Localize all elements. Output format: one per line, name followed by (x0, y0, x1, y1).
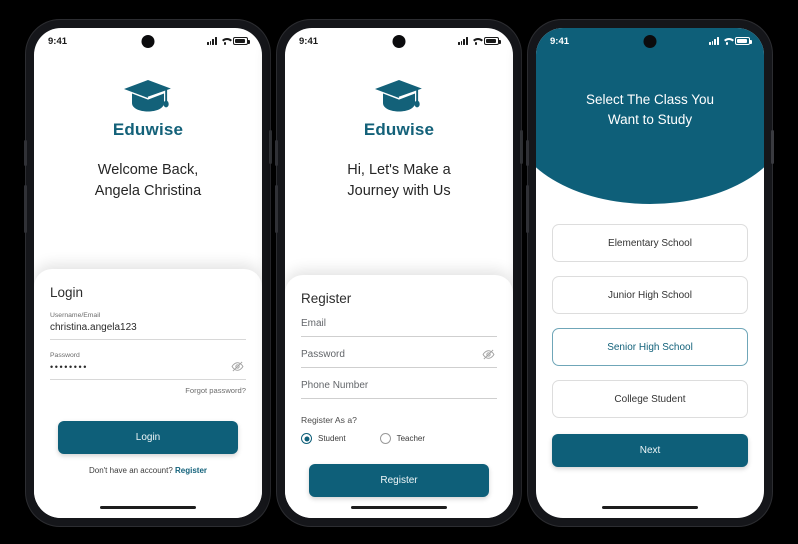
role-radio-student[interactable]: Student (301, 433, 346, 444)
power-button[interactable] (520, 130, 523, 164)
screenshot-stage: 9:41 Eduwise Welcome Back, Angela Christ… (0, 0, 798, 544)
username-field[interactable]: Username/Email christina.angela123 (50, 312, 246, 340)
login-headline-line1: Welcome Back, (97, 162, 199, 178)
volume-down-button[interactable] (24, 185, 27, 233)
register-prompt: Don't have an account? Register (50, 466, 246, 475)
screen-class-select: 9:41 Select The Class You Want to Study … (536, 28, 764, 518)
volume-up-button[interactable] (24, 140, 27, 166)
register-headline-line2: Journey with Us (347, 182, 451, 199)
next-button-wrap: Next (552, 434, 748, 467)
camera-punch-hole (643, 35, 657, 48)
register-button-wrap: Register (301, 464, 497, 497)
brand-name: Eduwise (363, 120, 435, 139)
status-icons (457, 37, 501, 45)
screen-login: 9:41 Eduwise Welcome Back, Angela Christ… (34, 28, 262, 518)
login-button-wrap: Login (50, 421, 246, 454)
login-headline: Welcome Back, Angela Christina (34, 160, 262, 201)
register-button[interactable]: Register (309, 464, 489, 497)
volume-up-button[interactable] (526, 140, 529, 166)
eye-off-icon[interactable] (482, 348, 495, 361)
signal-icon (708, 37, 719, 45)
hero-title: Select The Class You Want to Study (536, 90, 764, 129)
signal-icon (206, 37, 217, 45)
register-prompt-text: Don't have an account? (88, 466, 173, 475)
camera-punch-hole (141, 35, 155, 48)
volume-up-button[interactable] (275, 140, 278, 166)
battery-icon (484, 37, 501, 45)
role-label-teacher: Teacher (396, 434, 426, 443)
role-label-student: Student (318, 434, 346, 443)
class-option-junior-high-school[interactable]: Junior High School (552, 276, 748, 314)
status-icons (708, 37, 752, 45)
password-label: Password (50, 352, 80, 359)
phone-mockup-class-select: 9:41 Select The Class You Want to Study … (526, 20, 774, 526)
email-input[interactable]: Email (301, 318, 497, 337)
graduation-cap-icon (124, 80, 173, 112)
password-input[interactable]: Password (301, 349, 497, 368)
volume-down-button[interactable] (275, 185, 278, 233)
status-bar: 9:41 (34, 28, 262, 54)
register-card-title: Register (301, 291, 352, 306)
home-indicator[interactable] (351, 505, 447, 509)
phone-mockup-register: 9:41 Eduwise Hi, Let's Make a Journey wi… (275, 20, 523, 526)
role-question: Register As a? (301, 415, 357, 425)
volume-down-button[interactable] (526, 185, 529, 233)
screen-register: 9:41 Eduwise Hi, Let's Make a Journey wi… (285, 28, 513, 518)
phone-mockup-login: 9:41 Eduwise Welcome Back, Angela Christ… (24, 20, 272, 526)
login-card: Login Username/Email christina.angela123… (34, 269, 262, 518)
hero-title-line2: Want to Study (607, 111, 693, 127)
power-button[interactable] (771, 130, 774, 164)
power-button[interactable] (269, 130, 272, 164)
graduation-cap-icon (375, 80, 424, 112)
class-option-elementary-school[interactable]: Elementary School (552, 224, 748, 262)
brand-block: Eduwise (34, 54, 262, 140)
register-headline-line1: Hi, Let's Make a (347, 162, 451, 178)
email-field[interactable]: Email (301, 318, 497, 337)
class-option-senior-high-school[interactable]: Senior High School (552, 328, 748, 366)
password-input[interactable]: •••••••• (50, 362, 246, 380)
register-card: Register Email Password Phone Number Reg… (285, 275, 513, 518)
class-options-list: Elementary School Junior High School Sen… (552, 224, 748, 432)
status-bar: 9:41 (536, 28, 764, 54)
status-time: 9:41 (299, 35, 319, 47)
role-radio-group: Student Teacher (301, 433, 497, 444)
radio-dot-icon[interactable] (379, 433, 391, 444)
login-card-title: Login (50, 285, 84, 300)
class-option-college-student[interactable]: College Student (552, 380, 748, 418)
radio-dot-selected-icon[interactable] (301, 433, 312, 444)
register-link[interactable]: Register (175, 466, 207, 475)
wifi-icon (220, 37, 230, 45)
password-field[interactable]: Password •••••••• (50, 352, 246, 380)
status-time: 9:41 (48, 35, 68, 47)
home-indicator[interactable] (100, 505, 196, 509)
signal-icon (457, 37, 468, 45)
battery-icon (233, 37, 250, 45)
login-button[interactable]: Login (58, 421, 238, 454)
login-headline-line2: Angela Christina (94, 182, 202, 199)
camera-punch-hole (392, 35, 406, 48)
username-input[interactable]: christina.angela123 (50, 322, 246, 340)
hero-title-line1: Select The Class You (585, 92, 715, 107)
username-label: Username/Email (50, 312, 101, 319)
forgot-password-link[interactable]: Forgot password? (50, 386, 246, 395)
brand-name: Eduwise (112, 120, 184, 139)
battery-icon (735, 37, 752, 45)
brand-block: Eduwise (285, 54, 513, 140)
eye-off-icon[interactable] (231, 360, 244, 373)
role-radio-teacher[interactable]: Teacher (379, 433, 426, 444)
phone-number-input[interactable]: Phone Number (301, 380, 497, 399)
home-indicator[interactable] (602, 505, 698, 509)
status-icons (206, 37, 250, 45)
wifi-icon (722, 37, 732, 45)
wifi-icon (471, 37, 481, 45)
register-headline: Hi, Let's Make a Journey with Us (285, 160, 513, 201)
phone-number-field[interactable]: Phone Number (301, 380, 497, 399)
status-bar: 9:41 (285, 28, 513, 54)
password-field[interactable]: Password (301, 349, 497, 368)
next-button[interactable]: Next (552, 434, 748, 467)
status-time: 9:41 (550, 35, 570, 47)
